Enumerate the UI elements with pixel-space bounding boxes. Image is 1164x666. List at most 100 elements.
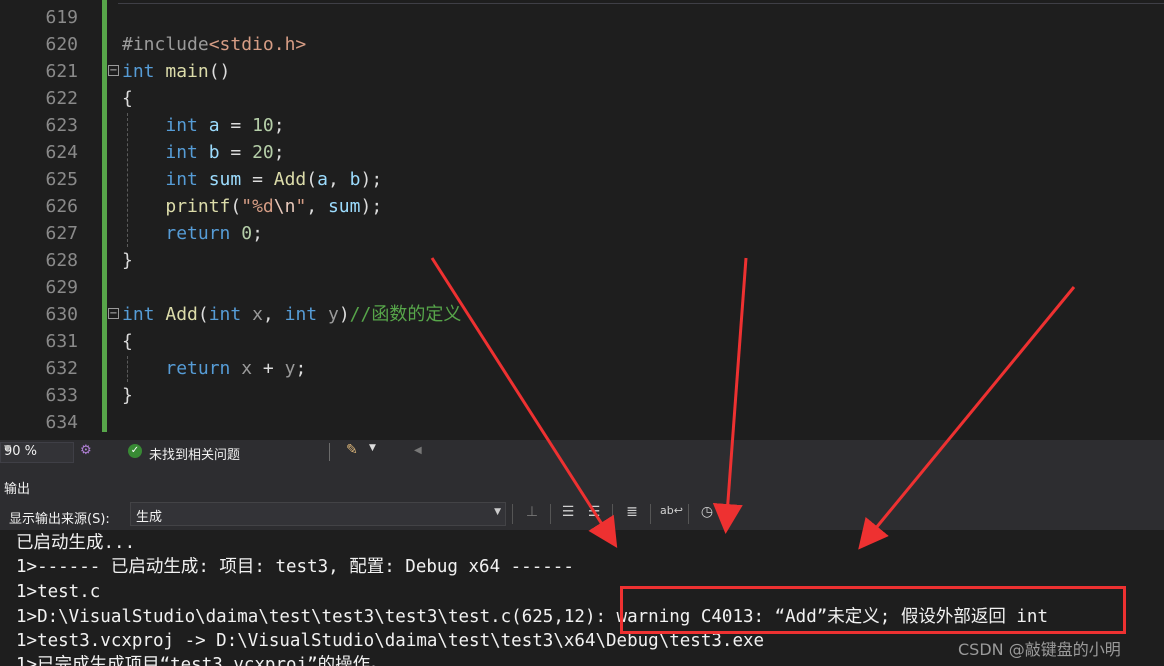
output-toolbar: 显示输出来源(S): 生成 ▼ ⊥ ☰ ☰ ≣ ab↩ ◷ bbox=[0, 498, 1164, 530]
number-token: 0 bbox=[241, 223, 253, 244]
issues-status[interactable]: 未找到相关问题 bbox=[149, 444, 240, 463]
keyword-token: int bbox=[284, 304, 318, 325]
punct-token: ( bbox=[230, 196, 242, 217]
code-text: int a = 10; bbox=[122, 112, 284, 139]
output-panel-header: 输出 bbox=[0, 464, 1164, 498]
param-token: x bbox=[252, 304, 263, 325]
line-number: 625 bbox=[45, 169, 78, 190]
punct-token: ; bbox=[252, 223, 263, 244]
keyword-token: int bbox=[208, 304, 242, 325]
escape-token: \n bbox=[273, 196, 296, 217]
code-text: int b = 20; bbox=[122, 139, 285, 166]
punct-token: , bbox=[306, 196, 328, 217]
keyword-token: return bbox=[165, 358, 231, 379]
punct-token: , bbox=[327, 169, 350, 190]
code-text: return x + y; bbox=[122, 355, 306, 382]
operator-token: + bbox=[252, 358, 285, 379]
code-line: 619 bbox=[0, 4, 1164, 31]
include-header: stdio.h bbox=[219, 34, 296, 55]
code-line: 620 #include<stdio.h> bbox=[0, 31, 1164, 58]
code-text: int Add(int x, int y)//函数的定义 bbox=[122, 301, 461, 328]
output-source-select[interactable]: 生成 ▼ bbox=[130, 502, 506, 526]
punct-token: ) bbox=[338, 304, 350, 325]
word-wrap-icon[interactable]: ab↩ bbox=[660, 504, 683, 522]
code-line: 623 int a = 10; bbox=[0, 112, 1164, 139]
variable-token: b bbox=[208, 142, 220, 163]
chevron-down-icon: ▼ bbox=[494, 507, 501, 517]
divider bbox=[650, 504, 651, 524]
keyword-token: int bbox=[165, 142, 198, 163]
line-number: 624 bbox=[45, 142, 78, 163]
code-line: 634 bbox=[0, 409, 1164, 436]
code-line: 621 − int main() bbox=[0, 58, 1164, 85]
clock-icon[interactable]: ◷ bbox=[697, 504, 717, 522]
function-token: Add bbox=[273, 169, 307, 190]
chevron-down-icon[interactable]: ▼ bbox=[369, 443, 376, 453]
highlight-box bbox=[620, 586, 1126, 634]
param-token: y bbox=[284, 358, 296, 379]
source-label: 显示输出来源(S): bbox=[9, 512, 110, 527]
scroll-left-icon[interactable]: ◀ bbox=[414, 445, 422, 456]
punct-token: ); bbox=[360, 196, 383, 217]
line-number: 622 bbox=[45, 88, 78, 109]
include-bracket: > bbox=[295, 34, 307, 55]
punct-token: ); bbox=[360, 169, 383, 190]
code-line: 622 { bbox=[0, 85, 1164, 112]
code-line: 626 printf("%d\n", sum); bbox=[0, 193, 1164, 220]
code-line: 627 return 0; bbox=[0, 220, 1164, 247]
check-circle-icon: ✓ bbox=[128, 444, 142, 458]
chevron-down-icon: ▼ bbox=[4, 444, 11, 454]
keyword-token: int bbox=[122, 304, 155, 325]
punct-token: () bbox=[208, 61, 231, 82]
code-text: #include<stdio.h> bbox=[122, 31, 306, 58]
code-text: { bbox=[122, 88, 133, 109]
function-token: Add bbox=[165, 304, 198, 325]
code-line: 633 } bbox=[0, 382, 1164, 409]
code-line: 632 return x + y; bbox=[0, 355, 1164, 382]
divider bbox=[329, 443, 330, 461]
comment-token: //函数的定义 bbox=[349, 304, 462, 325]
perf-tips-icon[interactable]: ⚙ bbox=[80, 443, 96, 459]
variable-token: a bbox=[317, 169, 328, 190]
punct-token: , bbox=[262, 304, 285, 325]
collapse-icon[interactable]: − bbox=[108, 65, 119, 76]
brush-icon[interactable]: ✎ bbox=[346, 442, 358, 458]
collapse-icon[interactable]: − bbox=[108, 308, 119, 319]
variable-token: sum bbox=[327, 196, 361, 217]
punct-token: ( bbox=[306, 169, 318, 190]
operator-token: = bbox=[219, 142, 253, 163]
previous-message-icon[interactable]: ☰ bbox=[558, 504, 578, 522]
include-bracket: < bbox=[208, 34, 220, 55]
line-number: 623 bbox=[45, 115, 78, 136]
output-line: 1>已完成生成项目“test3.vcxproj”的操作。 bbox=[16, 655, 388, 666]
string-token: " bbox=[295, 196, 307, 217]
code-line: 631 { bbox=[0, 328, 1164, 355]
punct-token: ; bbox=[295, 358, 307, 379]
divider bbox=[550, 504, 551, 524]
code-text: int sum = Add(a, b); bbox=[122, 166, 382, 193]
find-message-icon[interactable]: ⊥ bbox=[522, 504, 542, 522]
code-text: printf("%d\n", sum); bbox=[122, 193, 382, 220]
code-line: 628 } bbox=[0, 247, 1164, 274]
zoom-dropdown[interactable]: 90 % ▼ bbox=[0, 442, 74, 463]
next-message-icon[interactable]: ☰ bbox=[584, 504, 604, 522]
line-number: 630 bbox=[45, 304, 78, 325]
line-number: 633 bbox=[45, 385, 78, 406]
output-panel-title: 输出 bbox=[4, 482, 31, 497]
divider bbox=[612, 504, 613, 524]
editor-status-bar: 90 % ▼ ⚙ ✓ 未找到相关问题 ✎ ▼ ◀ bbox=[0, 440, 1164, 464]
code-editor[interactable]: 619 620 #include<stdio.h> 621 − int main… bbox=[0, 0, 1164, 440]
line-number: 631 bbox=[45, 331, 78, 352]
line-number: 634 bbox=[45, 412, 78, 433]
clear-all-icon[interactable]: ≣ bbox=[622, 504, 642, 522]
param-token: x bbox=[241, 358, 253, 379]
code-line: 630 − int Add(int x, int y)//函数的定义 bbox=[0, 301, 1164, 328]
line-number: 620 bbox=[45, 34, 78, 55]
keyword-token: int bbox=[165, 115, 198, 136]
line-number: 627 bbox=[45, 223, 78, 244]
number-token: 10 bbox=[252, 115, 274, 136]
punct-token: ; bbox=[273, 142, 285, 163]
line-number: 621 bbox=[45, 61, 78, 82]
operator-token: = bbox=[219, 115, 253, 136]
string-token: "%d bbox=[241, 196, 274, 217]
